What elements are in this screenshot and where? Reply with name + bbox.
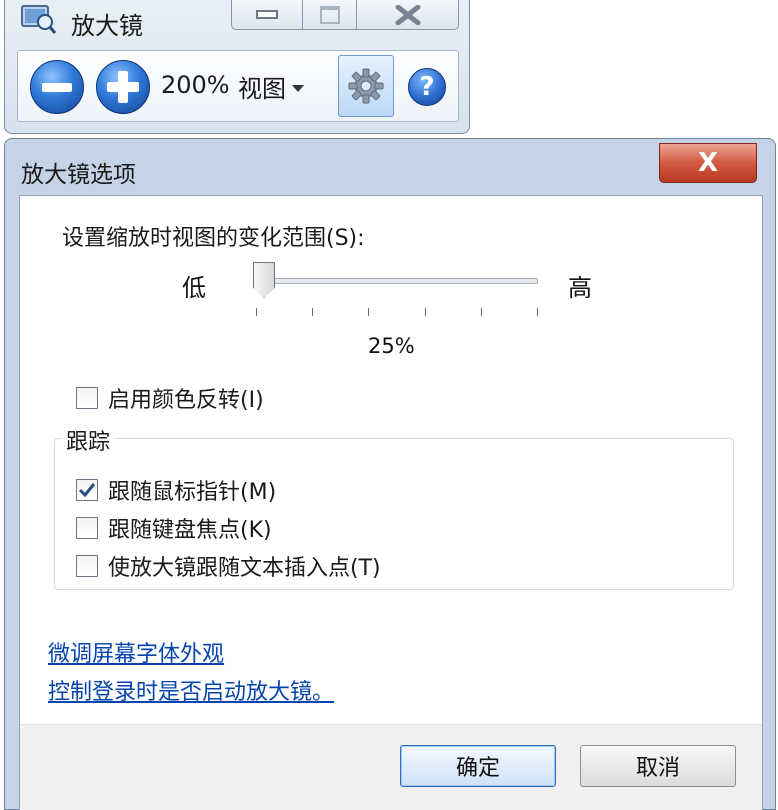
slider-tick (368, 308, 369, 316)
cancel-button-label: 取消 (635, 756, 680, 781)
magnifier-app-icon (21, 4, 57, 34)
close-icon: X (697, 148, 719, 178)
maximize-icon (319, 5, 340, 24)
slider-tick (481, 308, 482, 316)
chevron-down-icon (292, 85, 304, 92)
slider-high-label: 高 (568, 274, 592, 302)
slider-thumb[interactable] (253, 262, 275, 298)
checkmark-icon (78, 483, 96, 498)
dialog-title: 放大镜选项 (21, 162, 136, 188)
zoom-range-slider-track[interactable] (256, 278, 538, 284)
follow-mouse-checkbox[interactable] (76, 479, 98, 501)
follow-mouse-option[interactable]: 跟随鼠标指针(M) (76, 474, 276, 506)
zoom-out-button[interactable] (30, 60, 84, 114)
help-icon: ? (419, 72, 435, 102)
view-menu-label: 视图 (238, 75, 286, 103)
options-button[interactable] (338, 55, 394, 117)
caption-buttons (231, 0, 459, 30)
minimize-icon (256, 10, 278, 19)
follow-keyboard-focus-checkbox[interactable] (76, 517, 98, 539)
gear-icon (348, 68, 384, 104)
dialog-close-button[interactable]: X (659, 143, 757, 183)
magnifier-close-button[interactable] (357, 0, 459, 30)
slider-low-label: 低 (182, 274, 206, 302)
magnifier-toolbar: 200% 视图 ? (17, 50, 459, 122)
zoom-in-button[interactable] (96, 60, 150, 114)
view-menu-button[interactable]: 视图 (238, 69, 304, 104)
maximize-button[interactable] (303, 0, 357, 30)
follow-text-cursor-checkbox[interactable] (76, 555, 98, 577)
slider-ticks (256, 308, 538, 318)
ok-button[interactable]: 确定 (400, 745, 556, 787)
follow-keyboard-focus-option[interactable]: 跟随键盘焦点(K) (76, 512, 272, 544)
slider-tick (256, 308, 257, 316)
follow-text-cursor-option[interactable]: 使放大镜跟随文本插入点(T) (76, 550, 381, 582)
invert-color-option[interactable]: 启用颜色反转(I) (76, 382, 264, 414)
magnifier-title: 放大镜 (71, 12, 143, 40)
slider-tick (537, 308, 538, 316)
zoom-in-icon (107, 71, 139, 103)
dialog-footer: 确定 取消 (20, 724, 762, 810)
invert-color-label: 启用颜色反转(I) (108, 388, 264, 413)
slider-value: 25% (368, 334, 415, 358)
magnifier-options-dialog: 放大镜选项 X 设置缩放时视图的变化范围(S): 低 高 25% 启用颜色反转(… (4, 138, 776, 810)
dialog-client-area: 设置缩放时视图的变化范围(S): 低 高 25% 启用颜色反转(I) 跟踪 跟随… (19, 195, 763, 810)
tracking-group-title: 跟踪 (62, 424, 115, 456)
close-icon (395, 4, 420, 25)
slider-tick (425, 308, 426, 316)
follow-text-cursor-label: 使放大镜跟随文本插入点(T) (108, 556, 381, 581)
ok-button-label: 确定 (455, 756, 500, 781)
invert-color-checkbox[interactable] (76, 387, 98, 409)
cancel-button[interactable]: 取消 (580, 745, 736, 787)
zoom-range-label: 设置缩放时视图的变化范围(S): (62, 226, 365, 251)
logon-start-link[interactable]: 控制登录时是否启动放大镜。 (48, 674, 334, 706)
minimize-button[interactable] (231, 0, 303, 30)
zoom-out-icon (42, 82, 72, 92)
slider-tick (312, 308, 313, 316)
follow-keyboard-focus-label: 跟随键盘焦点(K) (108, 518, 272, 543)
follow-mouse-label: 跟随鼠标指针(M) (108, 480, 277, 505)
adjust-font-link[interactable]: 微调屏幕字体外观 (48, 636, 224, 668)
zoom-level: 200% (161, 71, 230, 99)
magnifier-window: 放大镜 200% 视图 ? (4, 0, 470, 134)
help-button[interactable]: ? (408, 68, 446, 106)
